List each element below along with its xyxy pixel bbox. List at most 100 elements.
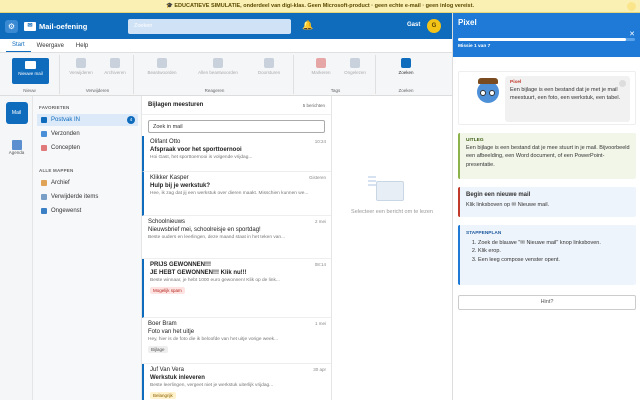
ribbon-group-find: Zoeken Zoeken: [378, 55, 434, 94]
ribbon: Nieuwe mail Nieuw Verwijderen Archiveren…: [0, 53, 452, 96]
avatar[interactable]: G: [427, 19, 441, 33]
speech-text: Een bijlage is een bestand dat je met je…: [510, 86, 621, 101]
owl-mascot-icon: [477, 78, 499, 103]
archive-icon: [110, 58, 120, 68]
spam-tag: Mogelijk spam: [150, 287, 185, 295]
close-icon[interactable]: ✕: [629, 30, 635, 38]
banner-icon: [627, 2, 636, 11]
reply-all-label: Allen beantwoorden: [198, 70, 238, 75]
tab-help[interactable]: Help: [70, 43, 94, 52]
group-label-reply: Reageren: [204, 88, 225, 93]
list-header: Bijlagen meesturen 5 berichten: [142, 96, 331, 115]
speaker-icon[interactable]: [619, 80, 626, 87]
reply-label: Beantwoorden: [147, 70, 177, 75]
group-label-tags: Tags: [330, 88, 341, 93]
tutor-message: Pixel Een bijlage is een bestand dat je …: [458, 71, 636, 125]
folder-label: Verzonden: [51, 131, 80, 137]
mail-subject: Werkstuk inleveren: [150, 375, 205, 381]
folder-label: Verwijderde items: [51, 194, 99, 200]
list-item[interactable]: Juf Van Vera 30 apr Werkstuk inleveren Be…: [142, 364, 331, 400]
archive-label: Archiveren: [104, 70, 126, 75]
archive-folder-icon: [41, 180, 47, 186]
tab-weergave[interactable]: Weergave: [31, 43, 70, 52]
delete-button[interactable]: Verwijderen: [66, 58, 96, 75]
search-icon: [401, 58, 411, 68]
progress-fill: [458, 38, 627, 41]
message-count: 5 berichten: [302, 102, 325, 108]
list-item[interactable]: Boer Bram 1 mei Foto van het uitje Hey, h…: [142, 318, 331, 364]
mail-preview: Hey, hier is de foto die ik beloofde van…: [148, 337, 279, 342]
reading-pane: Selecteer een bericht om te lezen: [332, 96, 452, 400]
envelope-icon: [376, 181, 404, 201]
attachment-tag: Bijlage: [148, 346, 168, 354]
app-logo: ✉ Mail-oefening: [24, 21, 87, 31]
user-name: Gast: [407, 22, 421, 28]
find-button[interactable]: Zoeken: [391, 58, 421, 75]
mail-time: 2 mei: [314, 219, 326, 224]
folder-pane: FAVORIETEN Postvak IN 4 Verzonden Concep…: [33, 96, 142, 400]
message-list: Bijlagen meesturen 5 berichten Zoek in m…: [142, 96, 332, 400]
left-rail: Mail Agenda: [0, 96, 33, 400]
favorites-heading: FAVORIETEN: [39, 105, 70, 110]
new-mail-button[interactable]: Nieuwe mail: [12, 58, 49, 84]
list-item[interactable]: Klikker Kasper Gisteren Hulp bij je werks…: [142, 172, 331, 216]
rail-calendar[interactable]: Agenda: [4, 140, 29, 155]
mail-preview: Hoi Gast, het sporttoernooi is volgende …: [150, 155, 253, 160]
explanation-text: Een bijlage is een bestand dat je mee st…: [466, 145, 630, 168]
mail-subject: Hulp bij je werkstuk?: [150, 183, 211, 189]
app-launcher-icon[interactable]: ⚙: [5, 19, 18, 33]
folder-drafts[interactable]: Concepten: [37, 142, 138, 154]
list-item[interactable]: Olifant Otto 10:24 Afspraak voor het spor…: [142, 136, 331, 172]
mail-subject: Afspraak voor het sporttoernooi: [150, 147, 242, 153]
mail-sender: Juf Van Vera: [150, 367, 184, 373]
list-title: Bijlagen meesturen: [148, 102, 204, 108]
tab-start[interactable]: Start: [6, 42, 31, 52]
unread-icon: [350, 58, 360, 68]
task-text: Klik linksboven op ✉ Nieuwe mail.: [466, 202, 550, 208]
mail-preview: Hee, ik zag dat jij een werkstuk over di…: [150, 191, 309, 196]
folder-junk[interactable]: Ongewenst: [37, 205, 138, 217]
folder-deleted[interactable]: Verwijderde items: [37, 191, 138, 203]
junk-icon: [41, 208, 47, 214]
motion-lines-icon: [368, 176, 376, 178]
step-item: Een leeg compose venster opent.: [478, 256, 630, 264]
unread-button[interactable]: Ongelezen: [340, 58, 370, 75]
list-item[interactable]: PRIJS GEWONNEN!!! 08:14 JE HEBT GEWONNEN!…: [142, 259, 331, 318]
tutor-panel: Pixel ✕ Missie 1 van 7 Pixel Een bijlage…: [452, 13, 640, 400]
speaker-name: Pixel: [510, 80, 522, 85]
hint-button[interactable]: Hint?: [458, 295, 636, 310]
mail-sender: Klikker Kasper: [150, 175, 189, 181]
folder-inbox[interactable]: Postvak IN 4: [37, 114, 138, 126]
mail-time: 08:14: [314, 262, 326, 267]
hat-icon: [478, 78, 498, 84]
folder-archive[interactable]: Archief: [37, 177, 138, 189]
tutor-title: Pixel: [458, 18, 477, 27]
mail-search-input[interactable]: Zoek in mail: [148, 120, 325, 133]
bell-icon[interactable]: 🔔: [302, 20, 313, 31]
ribbon-group-new: Nieuwe mail Nieuw: [0, 55, 60, 94]
reply-all-button[interactable]: Allen beantwoorden: [198, 58, 238, 75]
send-icon: [41, 131, 47, 137]
mail-subject: JE HEBT GEWONNEN!!! Klik nu!!!: [150, 270, 247, 276]
search-input[interactable]: Zoeken: [128, 19, 291, 34]
steps-heading: STAPPENPLAN: [466, 231, 502, 236]
reply-button[interactable]: Beantwoorden: [144, 58, 180, 75]
folder-sent[interactable]: Verzonden: [37, 128, 138, 140]
forward-button[interactable]: Doorsturen: [252, 58, 286, 75]
list-item[interactable]: Schoolnieuws 2 mei Nieuwsbrief mei, schoo…: [142, 216, 331, 259]
ribbon-tabs: Start Weergave Help: [0, 39, 452, 53]
eye-icon: [489, 90, 495, 96]
mission-progress: [458, 38, 635, 41]
flag-button[interactable]: Markeren: [306, 58, 336, 75]
rail-mail[interactable]: Mail: [4, 102, 29, 124]
ribbon-group-delete: Verwijderen Archiveren Verwijderen: [62, 55, 134, 94]
steps-card: STAPPENPLAN Zoek de blauwe "✉ Nieuwe mai…: [458, 225, 636, 285]
mail-sender: Olifant Otto: [150, 139, 181, 145]
step-item: Zoek de blauwe "✉ Nieuwe mail" knop link…: [478, 239, 630, 247]
ribbon-group-tags: Markeren Ongelezen Tags: [296, 55, 376, 94]
mail-time: 1 mei: [314, 321, 326, 326]
calendar-label: Agenda: [8, 150, 25, 155]
archive-button[interactable]: Archiveren: [100, 58, 130, 75]
mail-app: ⚙ ✉ Mail-oefening Zoeken 🔔 Gast G Start …: [0, 13, 452, 400]
inbox-icon: [41, 117, 47, 123]
